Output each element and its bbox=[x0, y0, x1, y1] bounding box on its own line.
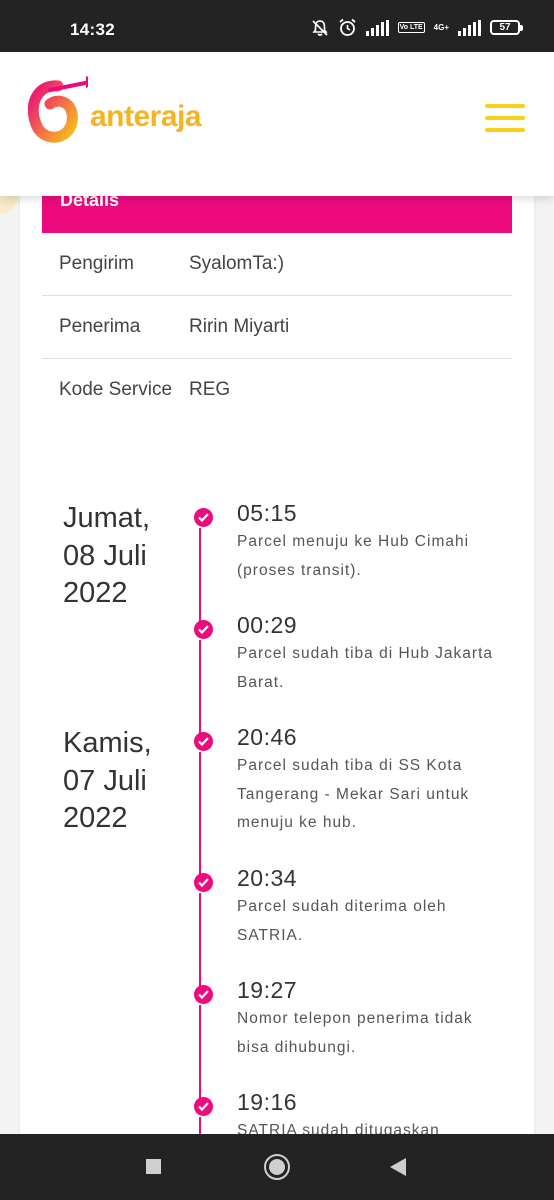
site-header: anteraja bbox=[0, 52, 554, 196]
info-label: Pengirim bbox=[59, 253, 134, 274]
info-row-kode-service: Kode Service REG bbox=[42, 359, 512, 439]
info-value: Ririn Miyarti bbox=[189, 316, 290, 337]
logo-mark-icon bbox=[28, 76, 88, 143]
event-time: 20:34 bbox=[237, 865, 298, 891]
home-icon[interactable] bbox=[264, 1154, 290, 1180]
timeline-line bbox=[199, 1005, 201, 1100]
recents-icon[interactable] bbox=[146, 1159, 161, 1174]
timeline-line bbox=[199, 640, 201, 735]
status-icons: Vo LTE 4G+ 57 bbox=[311, 18, 523, 37]
menu-button[interactable] bbox=[485, 104, 525, 132]
event-time: 19:16 bbox=[237, 1089, 298, 1115]
check-icon bbox=[194, 985, 213, 1004]
status-bar: 14:32 Vo LTE 4G+ 57 bbox=[0, 0, 554, 52]
timeline-date: Jumat, 08 Juli 2022 bbox=[63, 502, 151, 609]
signal-strength-icon bbox=[365, 19, 389, 36]
logo-text: anteraja bbox=[90, 100, 202, 133]
decorative-blob bbox=[0, 196, 18, 214]
tracking-card: Details Pengirim SyalomTa:) Penerima Rir… bbox=[20, 150, 534, 1157]
info-row-pengirim: Pengirim SyalomTa:) bbox=[42, 233, 512, 296]
back-icon[interactable] bbox=[390, 1158, 406, 1176]
bell-muted-icon bbox=[311, 19, 329, 37]
check-icon bbox=[194, 1097, 213, 1116]
timeline-date: Kamis, 07 Juli 2022 bbox=[63, 727, 152, 834]
battery-icon: 57 bbox=[490, 20, 523, 35]
event-time: 05:15 bbox=[237, 500, 298, 526]
event-time: 19:27 bbox=[237, 977, 298, 1003]
timeline-line bbox=[199, 893, 201, 988]
check-icon bbox=[194, 508, 213, 527]
event-time: 20:46 bbox=[237, 724, 298, 750]
volte-icon: Vo LTE bbox=[397, 22, 425, 33]
event-desc: Parcel sudah diterima oleh SATRIA. bbox=[237, 898, 447, 944]
timeline-line bbox=[199, 528, 201, 623]
event-desc: Parcel menuju ke Hub Cimahi (proses tran… bbox=[237, 533, 470, 579]
event-desc: Parcel sudah tiba di Hub Jakarta Barat. bbox=[237, 645, 494, 691]
check-icon bbox=[194, 873, 213, 892]
event-desc: Parcel sudah tiba di SS Kota Tangerang -… bbox=[237, 757, 470, 831]
info-value: REG bbox=[189, 379, 231, 400]
alarm-icon bbox=[338, 18, 357, 37]
event-time: 00:29 bbox=[237, 612, 298, 638]
check-icon bbox=[194, 732, 213, 751]
system-nav-bar bbox=[0, 1134, 554, 1200]
info-label: Kode Service bbox=[59, 379, 173, 400]
signal-strength-2-icon bbox=[458, 19, 481, 36]
info-row-penerima: Penerima Ririn Miyarti bbox=[42, 296, 512, 359]
event-desc: Nomor telepon penerima tidak bisa dihubu… bbox=[237, 1010, 473, 1056]
network-type: 4G+ bbox=[433, 22, 449, 32]
details-header: Details bbox=[42, 190, 512, 233]
status-time: 14:32 bbox=[70, 20, 115, 39]
timeline-line bbox=[199, 752, 201, 876]
check-icon bbox=[194, 620, 213, 639]
info-label: Penerima bbox=[59, 316, 141, 337]
info-value: SyalomTa:) bbox=[189, 253, 285, 274]
anteraja-logo[interactable]: anteraja bbox=[28, 76, 228, 156]
